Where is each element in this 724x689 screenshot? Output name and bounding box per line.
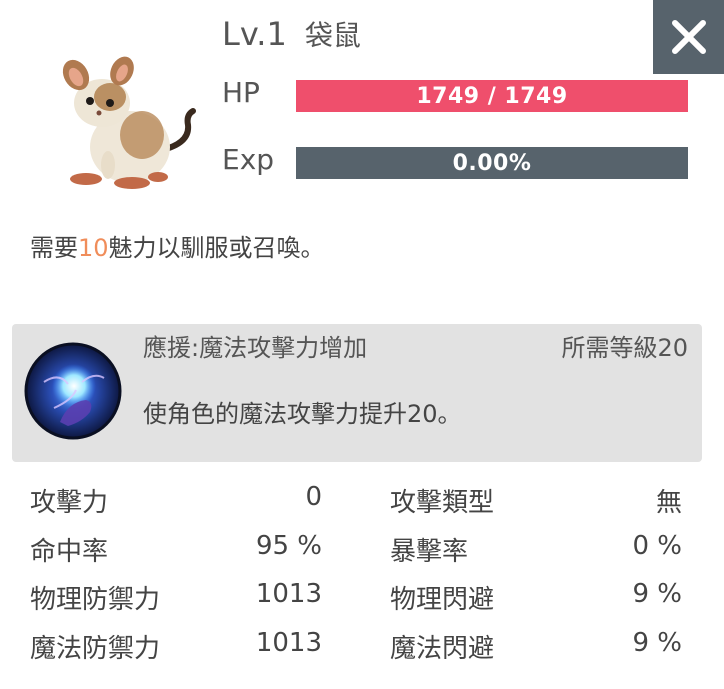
stat-value: 0 (305, 482, 322, 512)
skill-description: 使角色的魔法攻擊力提升20。 (143, 400, 462, 428)
exp-bar: 0.00% (296, 147, 688, 179)
hp-bar: 1749 / 1749 (296, 80, 688, 112)
pet-header: Lv.1 袋鼠 (222, 14, 361, 62)
stats-row: 攻擊力 0 攻擊類型 無 (30, 476, 690, 525)
exp-value: 0.00% (452, 150, 532, 176)
skill-required-level: 所需等級20 (561, 334, 688, 362)
stat-value: 1013 (255, 627, 322, 658)
stats-row: 魔法防禦力 1013 魔法閃避 9 % (30, 622, 690, 671)
hp-value: 1749 / 1749 (416, 83, 568, 109)
close-icon (671, 20, 706, 54)
stat-label: 物理防禦力 (30, 585, 161, 615)
skill-panel: 應援:魔法攻擊力增加 所需等級20 使角色的魔法攻擊力提升20。 (12, 324, 702, 462)
hp-label: HP (222, 76, 260, 109)
exp-label: Exp (222, 143, 275, 176)
stat-value: 1013 (255, 579, 322, 609)
stats-row: 物理防禦力 1013 物理閃避 9 % (30, 573, 690, 622)
stat-label: 命中率 (30, 536, 109, 567)
stat-label: 魔法閃避 (390, 633, 495, 664)
stat-label: 物理閃避 (390, 585, 495, 615)
charm-amount: 10 (78, 234, 109, 262)
stat-value: 9 % (632, 627, 682, 658)
skill-name: 應援:魔法攻擊力增加 (143, 334, 368, 362)
pet-portrait (50, 55, 200, 195)
tame-suffix: 魅力以馴服或召喚。 (108, 234, 325, 262)
stats-row: 命中率 95 % 暴擊率 0 % (30, 525, 690, 574)
tame-prefix: 需要 (30, 234, 78, 262)
stat-label: 攻擊力 (30, 488, 109, 518)
stat-value: 9 % (632, 579, 682, 609)
pet-name: 袋鼠 (304, 19, 361, 52)
pet-level: Lv.1 (222, 15, 287, 53)
stats-grid: 攻擊力 0 攻擊類型 無 命中率 95 % 暴擊率 0 % 物理防禦力 1013… (30, 476, 690, 670)
tame-requirement: 需要10魅力以馴服或召喚。 (30, 228, 325, 263)
close-button[interactable] (653, 0, 724, 74)
stat-value: 95 % (255, 530, 322, 561)
stat-value: 0 % (632, 530, 682, 561)
magic-orb-icon (24, 342, 122, 440)
stat-label: 暴擊率 (390, 536, 469, 567)
stat-label: 魔法防禦力 (30, 633, 161, 664)
stat-value: 無 (655, 488, 682, 518)
stat-label: 攻擊類型 (390, 488, 495, 518)
